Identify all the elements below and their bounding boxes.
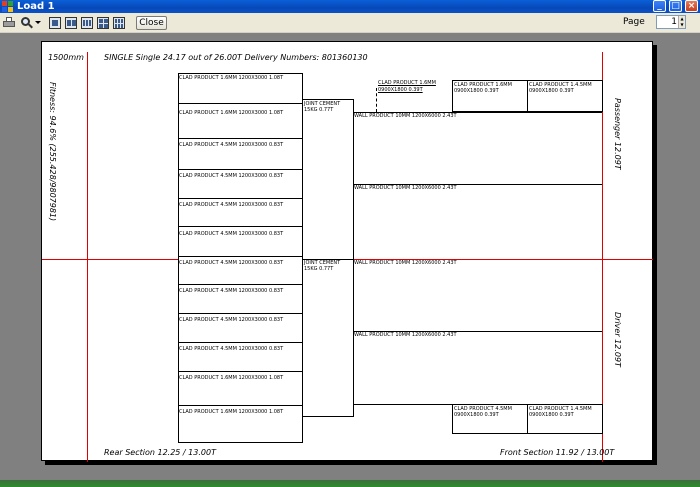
page-label: Page [623,17,645,27]
clad-cell: CLAD PRODUCT 1.6MM 1200X3000 1.08T [179,75,284,81]
passenger-label: Passenger 12.09T [613,98,622,170]
rear-boundary-line [87,52,88,462]
small-clad-box: CLAD PRODUCT 1.4.5MM 0900X1800 0.39T [527,80,603,112]
clad-cell: CLAD PRODUCT 4.5MM 1200X3000 0.83T [179,317,284,323]
app-icon [2,1,13,12]
small-clad-box: CLAD PRODUCT 4.5MM 0900X1800 0.39T [452,404,528,434]
close-window-button[interactable]: × [685,0,698,12]
close-button[interactable]: Close [136,16,167,30]
small-clad-box: CLAD PRODUCT 1.4.5MM 0900X1800 0.39T [527,404,603,434]
clad-cell: CLAD PRODUCT 4.5MM 1200X3000 0.83T [179,231,284,237]
small-clad-size: 0900X1800 0.39T [378,87,423,93]
minimize-button[interactable]: _ [653,0,666,12]
printer-icon[interactable] [2,16,16,30]
taskbar-strip [0,480,700,487]
cement-weight-top: 15KG 0.77T [304,107,334,113]
small-clad-size: 0900X1800 0.39T [454,412,499,418]
cement-weight-bottom: 15KG 0.77T [304,266,334,272]
spinner-arrows-icon[interactable]: ▲ ▼ [678,16,685,28]
fitness-label: Fitness: 94.6% (255.428/9807981) [48,82,57,222]
clad-cell: CLAD PRODUCT 4.5MM 1200X3000 0.83T [179,288,284,294]
dashed-divider [376,88,377,112]
one-page-icon[interactable] [49,17,61,29]
clad-cell: CLAD PRODUCT 4.5MM 1200X3000 0.83T [179,260,284,266]
front-boundary-line [602,52,603,462]
six-pages-icon[interactable] [113,17,125,29]
window-title: Load 1 [17,1,55,12]
page-spinner[interactable]: 1 ▲ ▼ [656,15,686,29]
clad-cell: CLAD PRODUCT 1.6MM 1200X3000 1.08T [179,409,284,415]
small-clad-size: 0900X1800 0.39T [454,88,499,94]
load-header: SINGLE Single 24.17 out of 26.00T Delive… [104,53,368,62]
four-pages-icon[interactable] [97,17,109,29]
small-clad-size: 0900X1800 0.39T [529,412,574,418]
page-number-value[interactable]: 1 [671,16,677,28]
wall-cell: WALL PRODUCT 10MM 1200X6000 2.43T [354,113,457,119]
small-clad-label: CLAD PRODUCT 1.6MM [378,80,436,86]
width-label: 1500mm [48,53,84,62]
wall-cell: WALL PRODUCT 10MM 1200X6000 2.43T [354,260,457,266]
clad-cell: CLAD PRODUCT 4.5MM 1200X3000 0.83T [179,202,284,208]
wall-cell: WALL PRODUCT 10MM 1200X6000 2.43T [354,332,457,338]
zoom-dropdown-arrow-icon[interactable] [35,21,41,24]
clad-cell: CLAD PRODUCT 1.6MM 1200X3000 1.08T [179,110,284,116]
wall-cell: WALL PRODUCT 10MM 1200X6000 2.43T [354,185,457,191]
rear-section-label: Rear Section 12.25 / 13.00T [104,448,216,457]
maximize-button[interactable]: □ [669,0,682,12]
joint-cement-stack: JOINT CEMENT 15KG 0.77T JOINT CEMENT 15K… [302,99,354,417]
two-pages-icon[interactable] [65,17,77,29]
clad-cell: CLAD PRODUCT 4.5MM 1200X3000 0.83T [179,346,284,352]
front-section-label: Front Section 11.92 / 13.00T [500,448,615,457]
clad-cell: CLAD PRODUCT 4.5MM 1200X3000 0.83T [179,142,284,148]
small-clad-size: 0900X1800 0.39T [529,88,574,94]
title-bar: Load 1 _ □ × [0,0,700,13]
report-page: 1500mm SINGLE Single 24.17 out of 26.00T… [41,41,653,462]
clad-cell: CLAD PRODUCT 1.6MM 1200X3000 1.08T [179,375,284,381]
clad-cell: CLAD PRODUCT 4.5MM 1200X3000 0.83T [179,173,284,179]
driver-label: Driver 12.09T [613,312,622,367]
toolbar: Close Page 1 ▲ ▼ [0,13,700,33]
small-clad-box: CLAD PRODUCT 1.6MM 0900X1800 0.39T [452,80,528,112]
clad-stack: CLAD PRODUCT 1.6MM 1200X3000 1.08T CLAD … [178,73,303,443]
magnifier-icon[interactable] [21,16,33,30]
three-pages-icon[interactable] [81,17,93,29]
